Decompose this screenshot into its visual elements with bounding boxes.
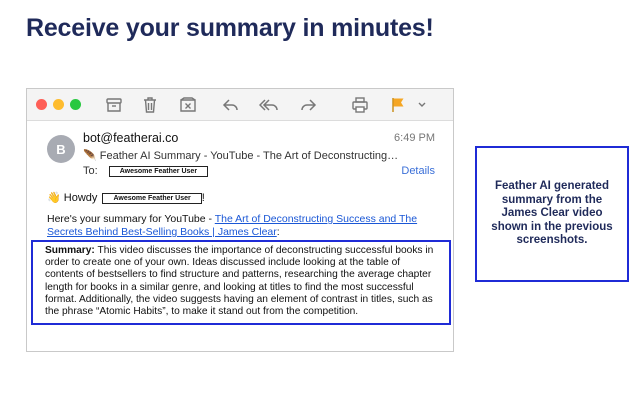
intro-suffix: : — [276, 226, 280, 238]
reply-icon[interactable] — [222, 96, 240, 114]
details-link[interactable]: Details — [401, 165, 435, 177]
summary-box: Summary: This video discusses the import… — [31, 240, 451, 325]
recipient-name: Awesome Feather User — [108, 166, 209, 177]
intro-paragraph: Here's your summary for YouTube - The Ar… — [47, 213, 439, 239]
feather-icon: 🪶 — [83, 150, 97, 162]
mail-header: B bot@featherai.co 6:49 PM 🪶 Feather AI … — [27, 121, 453, 191]
page-headline: Receive your summary in minutes! — [26, 14, 434, 42]
close-window-button[interactable] — [36, 99, 47, 110]
greeting-text: Howdy — [63, 192, 98, 204]
greeting-end: ! — [201, 192, 205, 204]
zoom-window-button[interactable] — [70, 99, 81, 110]
mail-toolbar — [27, 89, 453, 121]
greeting-line: 👋 Howdy Awesome Feather User! — [47, 191, 205, 204]
sender-address[interactable]: bot@featherai.co — [83, 131, 178, 145]
summary-text: This video discusses the importance of d… — [45, 245, 434, 318]
minimize-window-button[interactable] — [53, 99, 64, 110]
trash-icon[interactable] — [141, 96, 159, 114]
flag-icon[interactable] — [389, 96, 407, 114]
subject-text: Feather AI Summary - YouTube - The Art o… — [99, 150, 399, 162]
summary-label: Summary: — [45, 245, 95, 256]
archive-icon[interactable] — [105, 96, 123, 114]
greeting-name: Awesome Feather User — [102, 193, 202, 204]
message-time: 6:49 PM — [394, 132, 435, 144]
callout-text: Feather AI generated summary from the Ja… — [491, 180, 613, 247]
forward-icon[interactable] — [299, 96, 317, 114]
print-icon[interactable] — [351, 96, 369, 114]
message-subject: 🪶 Feather AI Summary - YouTube - The Art… — [83, 149, 398, 162]
to-label: To: — [83, 165, 98, 177]
chevron-down-icon[interactable] — [416, 96, 428, 114]
mail-window: B bot@featherai.co 6:49 PM 🪶 Feather AI … — [26, 88, 454, 352]
recipient-row: To: Awesome Feather User — [83, 165, 209, 177]
avatar: B — [47, 135, 75, 163]
reply-all-icon[interactable] — [259, 96, 281, 114]
junk-icon[interactable] — [179, 96, 197, 114]
callout-box: Feather AI generated summary from the Ja… — [475, 146, 629, 282]
wave-icon: 👋 — [47, 192, 61, 204]
intro-prefix: Here's your summary for YouTube - — [47, 213, 215, 225]
